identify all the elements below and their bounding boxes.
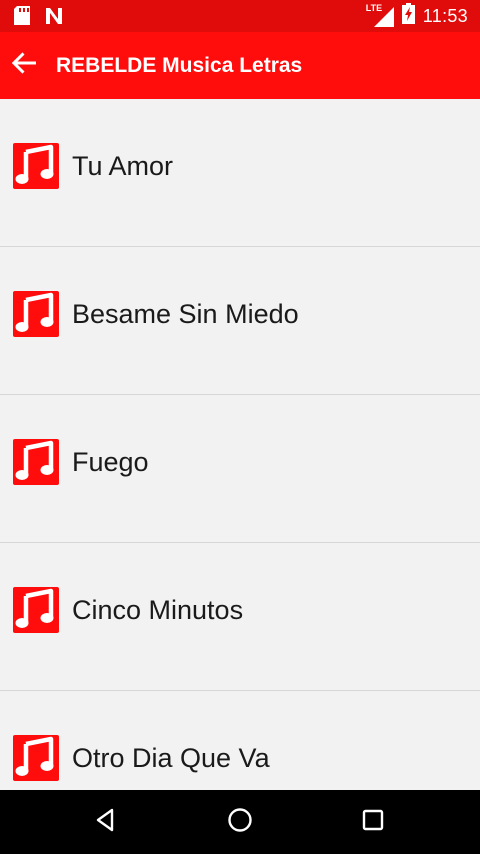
back-button[interactable] [4, 45, 44, 85]
nav-back-button[interactable] [86, 802, 126, 842]
music-note-icon [13, 587, 59, 633]
song-title: Otro Dia Que Va [72, 743, 270, 773]
network-type-label: LTE [365, 3, 383, 13]
list-item[interactable]: Besame Sin Miedo [0, 247, 480, 395]
back-triangle-icon [93, 807, 119, 838]
song-title: Fuego [72, 447, 149, 477]
status-bar-right: LTE 11:53 [365, 3, 468, 29]
music-note-icon [13, 735, 59, 781]
nav-home-button[interactable] [220, 802, 260, 842]
app-screen: LTE 11:53 REBELDE Musica Letras Tu Amor … [0, 0, 480, 854]
status-bar: LTE 11:53 [0, 0, 480, 32]
music-note-icon [13, 291, 59, 337]
music-note-icon [13, 143, 59, 189]
nav-recents-button[interactable] [353, 802, 393, 842]
home-circle-icon [226, 806, 254, 839]
arrow-back-icon [9, 48, 39, 83]
status-bar-left [14, 6, 64, 30]
list-item[interactable]: Cinco Minutos [0, 543, 480, 691]
signal-icon: LTE [365, 3, 394, 27]
clock-time: 11:53 [422, 5, 468, 26]
song-list[interactable]: Tu Amor Besame Sin Miedo Fuego Cinco Min… [0, 99, 480, 790]
battery-charging-icon [401, 3, 415, 29]
navigation-bar [0, 790, 480, 854]
song-title: Cinco Minutos [72, 595, 244, 625]
app-title: REBELDE Musica Letras [56, 54, 303, 77]
song-title: Tu Amor [72, 151, 174, 181]
list-item[interactable]: Otro Dia Que Va [0, 691, 480, 790]
n-notification-icon [44, 7, 64, 30]
list-item[interactable]: Tu Amor [0, 99, 480, 247]
song-title: Besame Sin Miedo [72, 299, 299, 329]
list-item[interactable]: Fuego [0, 395, 480, 543]
app-bar: REBELDE Musica Letras [0, 32, 480, 99]
recents-square-icon [361, 808, 385, 837]
sd-card-icon [14, 6, 30, 30]
music-note-icon [13, 439, 59, 485]
